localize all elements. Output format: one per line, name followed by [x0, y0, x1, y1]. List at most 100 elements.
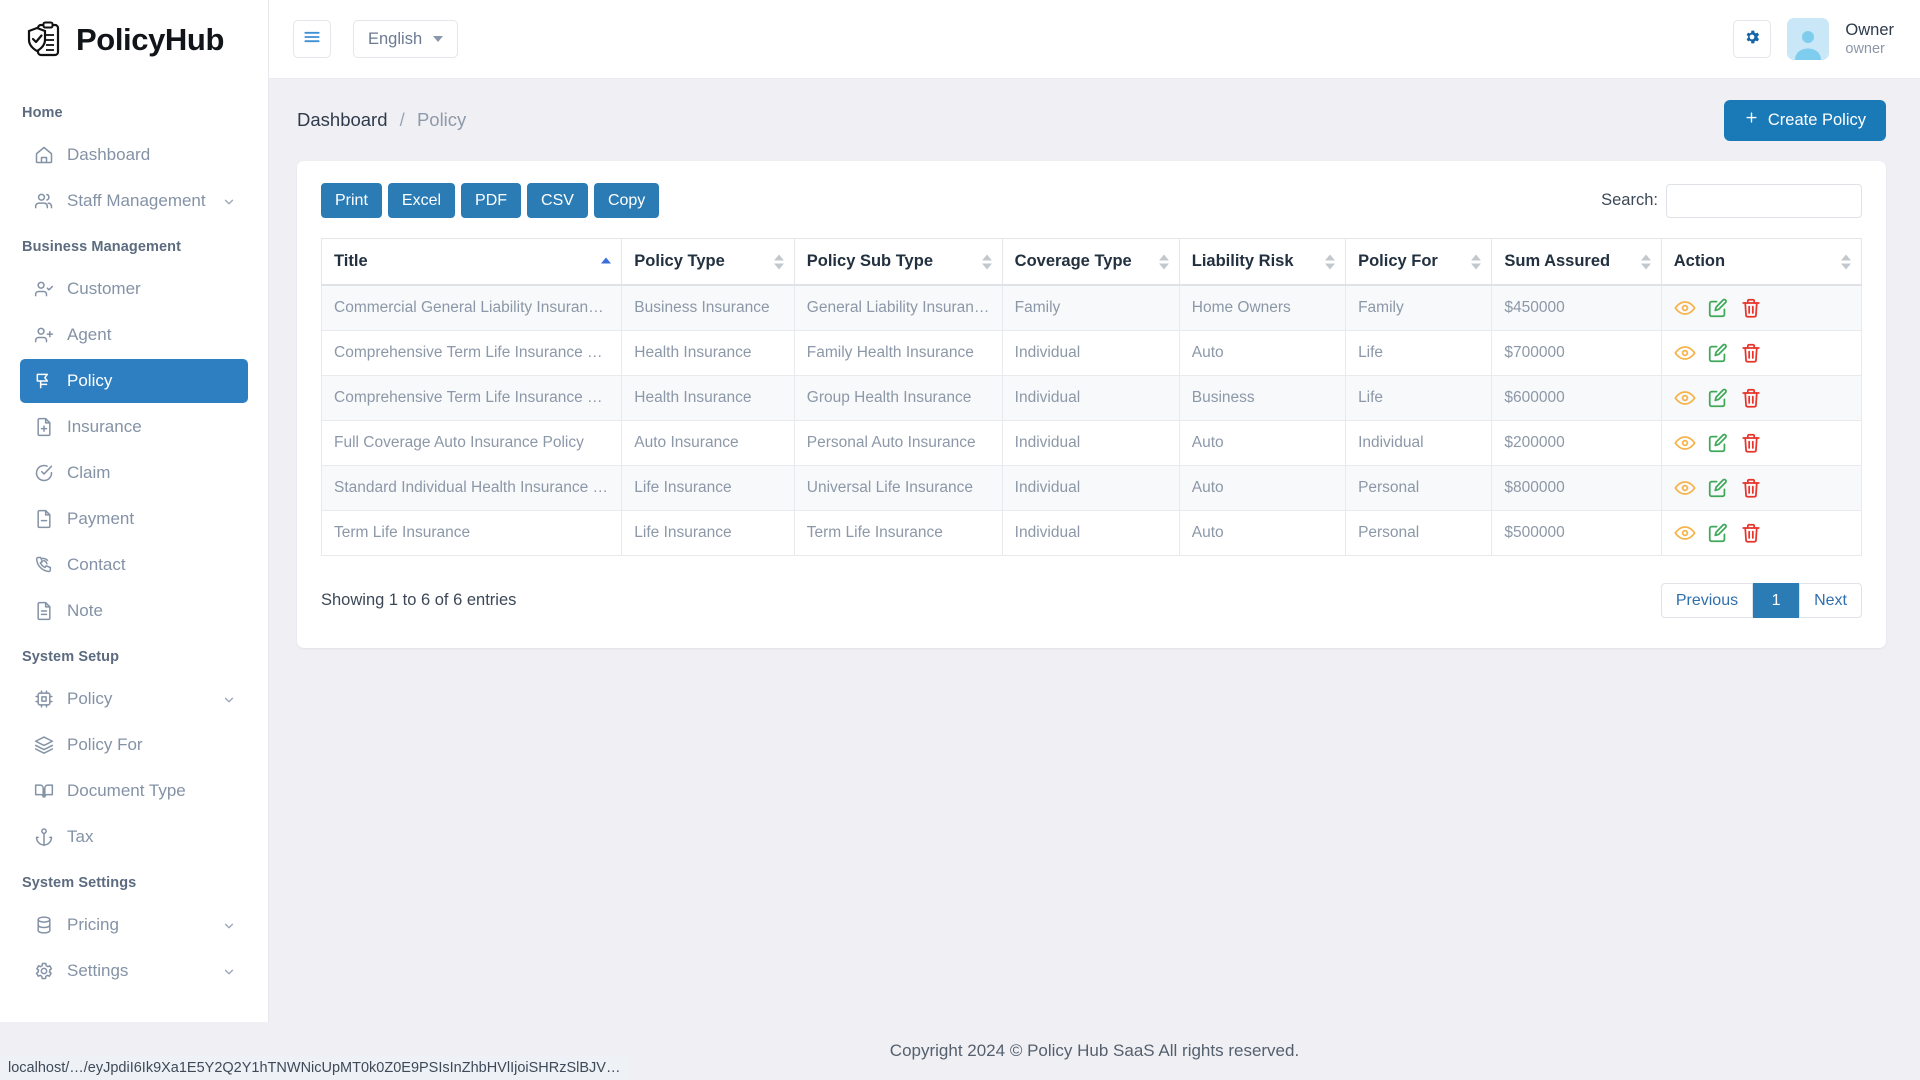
pagination-next[interactable]: Next: [1799, 583, 1862, 618]
anchor-icon: [34, 827, 54, 847]
table-footer: Showing 1 to 6 of 6 entries Previous 1 N…: [321, 583, 1862, 618]
sidebar-item-claim[interactable]: Claim: [20, 451, 248, 495]
cell-policy-for: Individual: [1346, 421, 1492, 466]
home-icon: [34, 145, 54, 165]
sidebar-item-policy-setup[interactable]: Policy: [20, 677, 248, 721]
sidebar-item-agent[interactable]: Agent: [20, 313, 248, 357]
copy-button[interactable]: Copy: [594, 183, 659, 218]
sidebar-item-policy-for[interactable]: Policy For: [20, 723, 248, 767]
cell-sum-assured: $450000: [1492, 285, 1661, 331]
excel-button[interactable]: Excel: [388, 183, 455, 218]
sidebar-item-label: Customer: [67, 279, 141, 299]
edit-icon[interactable]: [1707, 432, 1729, 454]
delete-icon[interactable]: [1740, 387, 1762, 409]
search-input[interactable]: [1666, 184, 1862, 218]
sidebar-item-settings[interactable]: Settings: [20, 949, 248, 993]
plus-icon: [1744, 110, 1759, 130]
column-header-coverage-type[interactable]: Coverage Type: [1002, 239, 1179, 286]
avatar[interactable]: [1787, 18, 1829, 60]
file-plus-icon: [34, 417, 54, 437]
column-header-liability-risk[interactable]: Liability Risk: [1179, 239, 1345, 286]
sidebar-item-dashboard[interactable]: Dashboard: [20, 133, 248, 177]
create-policy-button[interactable]: Create Policy: [1724, 100, 1886, 141]
table-header-row: Title Policy Type Policy Sub Type Covera…: [322, 239, 1862, 286]
user-info[interactable]: Owner owner: [1845, 20, 1894, 59]
column-header-policy-for[interactable]: Policy For: [1346, 239, 1492, 286]
column-header-action[interactable]: Action: [1661, 239, 1861, 286]
view-icon[interactable]: [1674, 297, 1696, 319]
sidebar-item-insurance[interactable]: Insurance: [20, 405, 248, 449]
column-header-policy-sub-type[interactable]: Policy Sub Type: [794, 239, 1002, 286]
view-icon[interactable]: [1674, 522, 1696, 544]
sort-indicator: [774, 254, 784, 269]
column-header-sum-assured[interactable]: Sum Assured: [1492, 239, 1661, 286]
chevron-down-icon: [222, 918, 236, 932]
cell-title: Term Life Insurance: [322, 511, 622, 556]
sidebar-item-customer[interactable]: Customer: [20, 267, 248, 311]
cell-coverage-type: Family: [1002, 285, 1179, 331]
column-label: Policy Type: [634, 252, 724, 270]
sidebar-section-home: Home: [0, 91, 268, 131]
edit-icon[interactable]: [1707, 522, 1729, 544]
sidebar-item-note[interactable]: Note: [20, 589, 248, 633]
user-role: owner: [1845, 40, 1894, 58]
cell-policy-type: Life Insurance: [622, 466, 794, 511]
table-row: Full Coverage Auto Insurance PolicyAuto …: [322, 421, 1862, 466]
delete-icon[interactable]: [1740, 477, 1762, 499]
sidebar-item-pricing[interactable]: Pricing: [20, 903, 248, 947]
csv-button[interactable]: CSV: [527, 183, 588, 218]
cell-policy-sub-type: General Liability Insurance: [794, 285, 1002, 331]
language-label: English: [368, 30, 422, 49]
sidebar-item-document-type[interactable]: Document Type: [20, 769, 248, 813]
cell-policy-for: Family: [1346, 285, 1492, 331]
cell-policy-type: Life Insurance: [622, 511, 794, 556]
delete-icon[interactable]: [1740, 297, 1762, 319]
cell-title: Comprehensive Term Life Insurance Policy: [322, 376, 622, 421]
pagination: Previous 1 Next: [1661, 583, 1862, 618]
edit-icon[interactable]: [1707, 342, 1729, 364]
sidebar-section-system-settings: System Settings: [0, 861, 268, 901]
view-icon[interactable]: [1674, 477, 1696, 499]
sidebar-section-business-management: Business Management: [0, 225, 268, 265]
sidebar-item-payment[interactable]: Payment: [20, 497, 248, 541]
cell-sum-assured: $800000: [1492, 466, 1661, 511]
menu-toggle-button[interactable]: [293, 20, 331, 58]
delete-icon[interactable]: [1740, 342, 1762, 364]
brand-logo[interactable]: PolicyHub: [0, 0, 268, 79]
breadcrumb-dashboard[interactable]: Dashboard: [297, 109, 388, 130]
policy-icon: [34, 371, 54, 391]
delete-icon[interactable]: [1740, 432, 1762, 454]
sidebar-item-label: Note: [67, 601, 103, 621]
column-header-title[interactable]: Title: [322, 239, 622, 286]
cell-policy-for: Personal: [1346, 466, 1492, 511]
view-icon[interactable]: [1674, 342, 1696, 364]
view-icon[interactable]: [1674, 387, 1696, 409]
cell-policy-sub-type: Family Health Insurance: [794, 331, 1002, 376]
column-label: Sum Assured: [1504, 252, 1610, 270]
sidebar-item-staff-management[interactable]: Staff Management: [20, 179, 248, 223]
chevron-down-icon: [222, 692, 236, 706]
cell-policy-for: Personal: [1346, 511, 1492, 556]
settings-button[interactable]: [1733, 20, 1771, 58]
column-header-policy-type[interactable]: Policy Type: [622, 239, 794, 286]
pdf-button[interactable]: PDF: [461, 183, 521, 218]
pagination-page-1[interactable]: 1: [1753, 583, 1799, 618]
pagination-previous[interactable]: Previous: [1661, 583, 1753, 618]
language-selector[interactable]: English: [353, 20, 458, 58]
user-check-icon: [34, 279, 54, 299]
database-icon: [34, 915, 54, 935]
print-button[interactable]: Print: [321, 183, 382, 218]
sidebar-item-policy[interactable]: Policy: [20, 359, 248, 403]
search-area: Search:: [1601, 184, 1862, 218]
edit-icon[interactable]: [1707, 297, 1729, 319]
sidebar-item-contact[interactable]: Contact: [20, 543, 248, 587]
delete-icon[interactable]: [1740, 522, 1762, 544]
view-icon[interactable]: [1674, 432, 1696, 454]
cell-sum-assured: $700000: [1492, 331, 1661, 376]
edit-icon[interactable]: [1707, 387, 1729, 409]
cell-coverage-type: Individual: [1002, 421, 1179, 466]
edit-icon[interactable]: [1707, 477, 1729, 499]
column-label: Title: [334, 252, 368, 270]
sidebar-item-tax[interactable]: Tax: [20, 815, 248, 859]
status-bar-url: localhost/…/eyJpdiI6Ik9Xa1E5Y2Q2Y1hTNWNi…: [0, 1056, 628, 1080]
